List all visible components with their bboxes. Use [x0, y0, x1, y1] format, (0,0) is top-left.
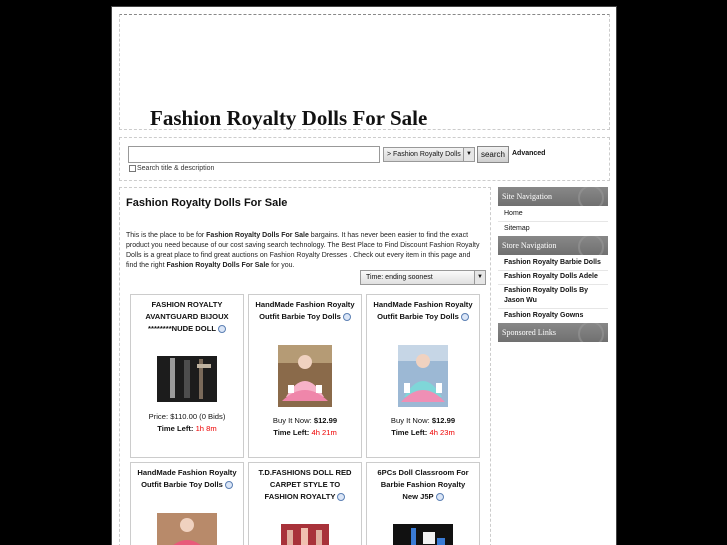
search-bar: > Fashion Royalty Dolls ▼ search Advance… [119, 137, 610, 181]
listing-thumbnail[interactable] [281, 524, 329, 545]
listing-time-left: Time Left: 1h 8m [131, 424, 243, 433]
listing-title[interactable]: T.D.FASHIONS DOLL RED CARPET STYLE TO FA… [254, 467, 356, 503]
time-label: Time Left: [391, 428, 428, 437]
listing-thumbnail[interactable] [278, 345, 332, 407]
info-bubble-icon[interactable] [217, 325, 226, 333]
site-header: Fashion Royalty Dolls For Sale [119, 14, 610, 130]
listing-price: Price: $110.00 (0 Bids) [131, 412, 243, 421]
info-bubble-icon[interactable] [337, 493, 346, 501]
advanced-search-link[interactable]: Advanced [512, 150, 545, 157]
listing-thumbnail[interactable] [398, 345, 448, 407]
listing-thumbnail[interactable] [393, 524, 453, 545]
page-container: Fashion Royalty Dolls For Sale > Fashion… [111, 6, 617, 545]
info-bubble-icon[interactable] [224, 481, 233, 489]
main-content: Fashion Royalty Dolls For Sale This is t… [119, 187, 491, 545]
dropdown-arrow-icon: ▼ [463, 148, 474, 161]
price-value: $12.99 [431, 416, 456, 425]
dropdown-arrow-icon: ▼ [474, 271, 485, 284]
price-value: $12.99 [313, 416, 338, 425]
listing-title-text: 6PCs Doll Classroom For Barbie Fashion R… [377, 468, 469, 501]
listing-price: Buy It Now: $12.99 [249, 416, 361, 425]
category-select[interactable]: > Fashion Royalty Dolls ▼ [383, 147, 475, 162]
sidebar-item-sitemap[interactable]: Sitemap [498, 222, 608, 237]
listing-card: HandMade Fashion Royalty Outfit Barbie T… [130, 462, 244, 545]
intro-part: This is the place to be for [126, 232, 207, 239]
info-bubble-icon[interactable] [460, 313, 469, 321]
time-label: Time Left: [157, 424, 194, 433]
intro-keyword: Fashion Royalty Dolls For Sale [206, 232, 309, 239]
listing-thumbnail[interactable] [157, 513, 217, 545]
site-navigation-heading: Site Navigation [498, 187, 608, 206]
category-select-value: > Fashion Royalty Dolls [387, 151, 461, 158]
store-navigation-heading: Store Navigation [498, 236, 608, 255]
price-label: Buy It Now: [272, 416, 312, 425]
listing-time-left: Time Left: 4h 21m [249, 428, 361, 437]
price-label: Price: [148, 412, 169, 421]
time-value: 4h 23m [429, 428, 455, 437]
page-title: Fashion Royalty Dolls For Sale [126, 197, 288, 209]
listing-card: HandMade Fashion Royalty Outfit Barbie T… [366, 294, 480, 458]
time-value: 1h 8m [195, 424, 217, 433]
listing-price: Buy It Now: $12.99 [367, 416, 479, 425]
sidebar-item-dolls-adele[interactable]: Fashion Royalty Dolls Adele [498, 270, 608, 285]
listing-title-text: FASHION ROYALTY AVANTGUARD BIJOUX ******… [145, 300, 229, 333]
search-button[interactable]: search [477, 146, 509, 163]
sidebar-item-barbie-dolls[interactable]: Fashion Royalty Barbie Dolls [498, 256, 608, 271]
listing-title-text: HandMade Fashion Royalty Outfit Barbie T… [373, 300, 473, 321]
sidebar-item-gowns[interactable]: Fashion Royalty Gowns [498, 309, 608, 324]
listing-title[interactable]: HandMade Fashion Royalty Outfit Barbie T… [372, 299, 474, 323]
price-label: Buy It Now: [390, 416, 430, 425]
search-input[interactable] [128, 146, 380, 163]
title-desc-label: Search title & description [137, 165, 215, 172]
listing-title[interactable]: FASHION ROYALTY AVANTGUARD BIJOUX ******… [136, 299, 238, 335]
sidebar-item-home[interactable]: Home [498, 207, 608, 222]
listing-title-text: HandMade Fashion Royalty Outfit Barbie T… [137, 468, 237, 489]
listing-title[interactable]: 6PCs Doll Classroom For Barbie Fashion R… [372, 467, 474, 503]
time-label: Time Left: [273, 428, 310, 437]
sponsored-links-heading: Sponsored Links [498, 323, 608, 342]
sidebar-item-jason-wu[interactable]: Fashion Royalty Dolls By Jason Wu [498, 284, 608, 309]
listing-card: HandMade Fashion Royalty Outfit Barbie T… [248, 294, 362, 458]
listing-title[interactable]: HandMade Fashion Royalty Outfit Barbie T… [254, 299, 356, 323]
site-title[interactable]: Fashion Royalty Dolls For Sale [150, 106, 427, 131]
intro-text: This is the place to be for Fashion Roya… [126, 231, 482, 271]
intro-part: for you. [269, 262, 295, 269]
listing-card: T.D.FASHIONS DOLL RED CARPET STYLE TO FA… [248, 462, 362, 545]
listing-card: FASHION ROYALTY AVANTGUARD BIJOUX ******… [130, 294, 244, 458]
info-bubble-icon[interactable] [342, 313, 351, 321]
listing-title-text: HandMade Fashion Royalty Outfit Barbie T… [255, 300, 355, 321]
listing-card: 6PCs Doll Classroom For Barbie Fashion R… [366, 462, 480, 545]
sidebar: Site Navigation Home Sitemap Store Navig… [498, 187, 610, 545]
sort-select-value: Time: ending soonest [366, 274, 433, 281]
intro-keyword: Fashion Royalty Dolls For Sale [166, 262, 270, 269]
title-desc-option: Search title & description [129, 165, 214, 172]
sort-select[interactable]: Time: ending soonest ▼ [360, 270, 486, 285]
listing-time-left: Time Left: 4h 23m [367, 428, 479, 437]
listing-title[interactable]: HandMade Fashion Royalty Outfit Barbie T… [136, 467, 238, 491]
listing-thumbnail[interactable] [157, 356, 217, 402]
time-value: 4h 21m [311, 428, 337, 437]
info-bubble-icon[interactable] [435, 493, 444, 501]
price-value: $110.00 (0 Bids) [170, 412, 226, 421]
title-desc-checkbox[interactable] [129, 165, 136, 172]
